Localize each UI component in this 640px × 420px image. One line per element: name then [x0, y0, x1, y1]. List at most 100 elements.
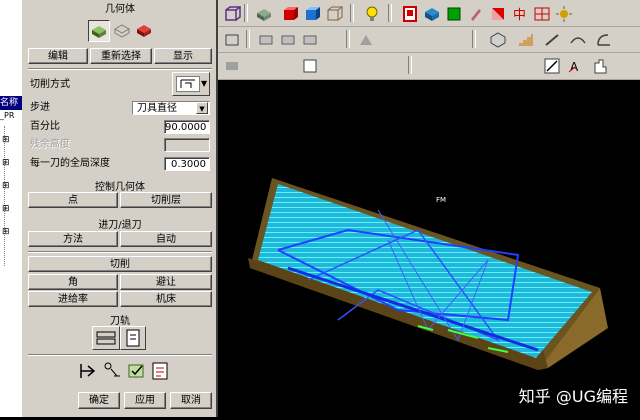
engage-retract-title: 进刀/退刀	[98, 220, 142, 231]
wire-cube-icon[interactable]	[324, 4, 344, 24]
stairs-icon[interactable]	[516, 30, 536, 50]
tree-expand-icon[interactable]: ⊞	[2, 158, 10, 168]
step-select[interactable]: 刀具直径 ▼	[132, 101, 210, 115]
chevron-down-icon: ▼	[201, 79, 208, 88]
step-select-value: 刀具直径	[137, 103, 177, 114]
palette-icon[interactable]	[488, 4, 508, 24]
control-geometry-title: 控制几何体	[95, 182, 145, 193]
step-label: 步进	[30, 102, 50, 113]
cut-levels-button[interactable]: 切削层	[120, 192, 212, 208]
brush-icon[interactable]	[466, 4, 486, 24]
check-geometry-icon[interactable]	[134, 20, 154, 40]
svg-text:中: 中	[513, 8, 526, 23]
part-geometry-icon[interactable]	[88, 20, 110, 42]
toolbar-separator	[388, 4, 392, 22]
toolbar-separator	[244, 4, 248, 22]
blank-geometry-icon[interactable]	[112, 20, 132, 40]
layer-red-icon[interactable]	[400, 4, 420, 24]
avoidance-button[interactable]: 避让	[120, 274, 212, 290]
toolpath-generate-icon[interactable]	[92, 326, 120, 350]
blue-cube-icon[interactable]	[302, 4, 322, 24]
part-label: FM	[436, 196, 446, 204]
cut-method-label: 切削方式	[30, 79, 70, 90]
select-filter-icon[interactable]	[222, 30, 242, 50]
cut-method-dropdown[interactable]: ▼	[172, 72, 210, 96]
cube-view-icon[interactable]	[222, 4, 243, 24]
display-button[interactable]: 显示	[154, 48, 212, 64]
toolbar-icon[interactable]	[256, 30, 276, 50]
divider	[28, 354, 212, 356]
toolbar-separator	[246, 30, 250, 48]
feedrate-button[interactable]: 进给率	[28, 291, 118, 307]
red-grid-icon[interactable]	[532, 4, 552, 24]
gesture-icon[interactable]	[590, 56, 610, 76]
text-a-icon[interactable]: A	[566, 56, 586, 76]
method-button[interactable]: 方法	[28, 231, 118, 247]
verify-icon[interactable]	[126, 360, 148, 382]
toolbar-separator	[350, 4, 354, 22]
tree-expand-icon[interactable]: ⊞	[2, 204, 10, 214]
auto-button[interactable]: 自动	[120, 231, 212, 247]
options-icon[interactable]	[102, 360, 124, 382]
toolbar-separator	[472, 30, 476, 48]
cutting-button[interactable]: 切削	[28, 256, 212, 272]
list-icon[interactable]	[150, 360, 172, 382]
toolbar-separator	[346, 30, 350, 48]
edit-display-icon[interactable]	[78, 360, 100, 382]
divider	[28, 251, 212, 253]
part-navigator-strip: 名称 _PR ⊞ ⊞ ⊞ ⊞ ⊞	[0, 0, 23, 417]
solid-cube-icon[interactable]	[280, 4, 300, 24]
percent-label: 百分比	[30, 121, 60, 132]
tree-expand-icon[interactable]: ⊞	[2, 135, 10, 145]
navigator-header[interactable]: 名称	[0, 96, 22, 110]
toolbar-icon[interactable]	[356, 30, 376, 50]
hexagon-icon[interactable]	[488, 30, 508, 50]
divider	[28, 68, 212, 70]
part-toolpath-render: FM	[248, 178, 608, 370]
tree-expand-icon[interactable]: ⊞	[2, 181, 10, 191]
navigator-item[interactable]: _PR	[0, 110, 22, 122]
box-shade-icon[interactable]	[254, 4, 274, 24]
ok-button[interactable]: 确定	[78, 392, 120, 409]
toolbar-separator	[408, 56, 412, 74]
toolbar-icon[interactable]	[300, 56, 320, 76]
toolbar-icon[interactable]	[300, 30, 320, 50]
sun-icon[interactable]	[554, 4, 574, 24]
chinese-char-icon[interactable]: 中	[510, 4, 530, 24]
toolbar-row-1: 中	[216, 0, 640, 27]
apply-button[interactable]: 应用	[124, 392, 166, 409]
green-square-icon[interactable]	[444, 4, 464, 24]
toolpath-title: 刀轨	[110, 316, 130, 327]
machine-button[interactable]: 机床	[120, 291, 212, 307]
global-depth-input[interactable]: 0.3000	[164, 157, 210, 171]
arc-tool-icon[interactable]	[594, 30, 614, 50]
global-depth-label: 每一刀的全局深度	[30, 158, 110, 169]
curve-icon[interactable]	[568, 30, 588, 50]
sketch-mode-icon[interactable]	[542, 56, 562, 76]
planar-mill-dialog: 几何体 编辑 重新选择 显示 切削方式 ▼ 步进 刀具直径 ▼ 百分比 90.0…	[22, 0, 218, 417]
toolbar-icon[interactable]	[278, 30, 298, 50]
edit-button[interactable]: 编辑	[28, 48, 88, 64]
sketch-icon[interactable]	[542, 30, 562, 50]
geometry-section-title: 几何体	[105, 4, 135, 15]
layer-blue-icon[interactable]	[422, 4, 442, 24]
corner-button[interactable]: 角	[28, 274, 118, 290]
main-toolbar: 中 A	[216, 0, 640, 80]
scallop-input	[164, 138, 210, 152]
scallop-label: 残余高度	[30, 139, 70, 150]
toolpath-replay-icon[interactable]	[120, 326, 146, 350]
lightbulb-icon[interactable]	[362, 4, 382, 24]
graphics-viewport[interactable]: FM 知乎 @UG编程	[218, 80, 640, 417]
cancel-button[interactable]: 取消	[170, 392, 212, 409]
follow-part-icon	[176, 76, 200, 92]
watermark-text: 知乎 @UG编程	[518, 387, 628, 406]
percent-input[interactable]: 90.0000	[164, 120, 210, 134]
chevron-down-icon[interactable]: ▼	[196, 102, 208, 114]
toolbar-icon[interactable]	[222, 56, 242, 76]
reselect-button[interactable]: 重新选择	[90, 48, 152, 64]
toolbar-row-3: A	[216, 52, 640, 80]
tree-expand-icon[interactable]: ⊞	[2, 227, 10, 237]
navigator-tree	[4, 126, 15, 266]
point-button[interactable]: 点	[28, 192, 118, 208]
toolbar-row-2	[216, 26, 640, 53]
